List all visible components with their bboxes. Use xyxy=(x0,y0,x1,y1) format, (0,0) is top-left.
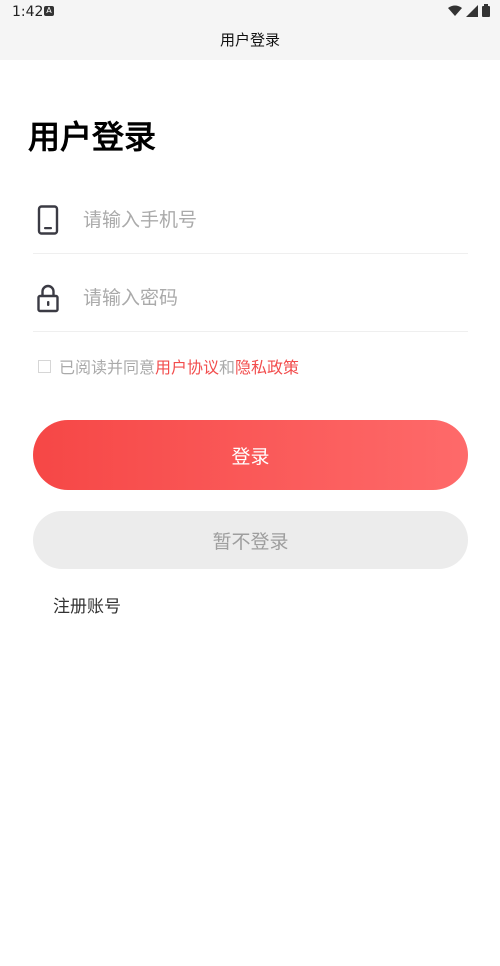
agreement-prefix: 已阅读并同意 xyxy=(59,358,156,377)
password-input[interactable] xyxy=(81,277,465,319)
skip-login-label: 暂不登录 xyxy=(212,530,289,553)
page-title: 用户登录 xyxy=(28,118,157,156)
skip-login-button[interactable]: 暂不登录 xyxy=(33,511,468,569)
phone-input[interactable] xyxy=(81,199,465,241)
signal-icon xyxy=(466,4,478,17)
privacy-policy-link[interactable]: 隐私政策 xyxy=(235,354,299,378)
login-button[interactable]: 登录 xyxy=(33,420,468,490)
status-icons xyxy=(448,4,490,17)
agreement-row: 已阅读并同意 用户协议 和 隐私政策 xyxy=(38,354,299,378)
agreement-and: 和 xyxy=(219,358,236,377)
wifi-icon xyxy=(448,5,462,16)
app-bar-title: 用户登录 xyxy=(219,31,280,49)
app-bar: 用户登录 xyxy=(0,24,500,60)
password-field[interactable] xyxy=(33,261,468,332)
user-agreement-link[interactable]: 用户协议 xyxy=(155,354,219,378)
battery-icon xyxy=(482,4,490,17)
lock-icon xyxy=(37,284,59,313)
status-bar: 1:42 A xyxy=(0,0,500,24)
register-link[interactable]: 注册账号 xyxy=(53,592,121,617)
agreement-checkbox[interactable] xyxy=(38,359,51,373)
phone-icon xyxy=(37,205,59,235)
phone-field[interactable] xyxy=(33,183,468,254)
status-time: 1:42 xyxy=(12,4,44,20)
notification-icon: A xyxy=(44,6,54,16)
login-button-label: 登录 xyxy=(231,445,270,468)
